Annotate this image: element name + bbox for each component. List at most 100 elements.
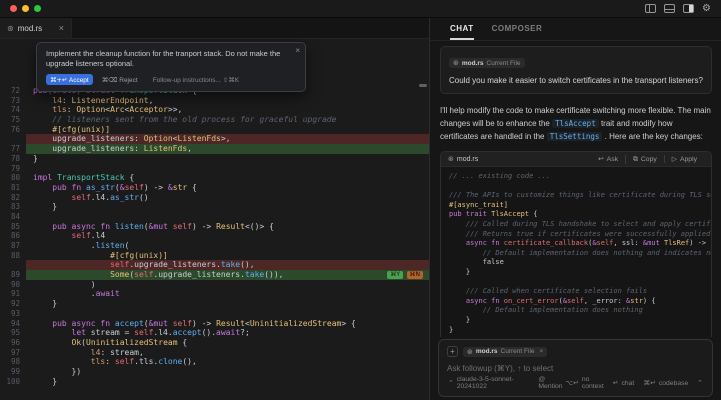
tab-mod-rs[interactable]: ⊛ mod.rs ×: [0, 18, 72, 38]
model-selector[interactable]: ⌃ claude-3-5-sonnet-20241022: [448, 376, 526, 390]
app-window: ⚙ ⊛ mod.rs × × Implement the cleanup fun…: [0, 0, 721, 400]
code-line: /// The APIs to customize things like ce…: [449, 191, 711, 201]
reject-change-badge[interactable]: ⌘N: [407, 271, 424, 279]
line-number: 82: [0, 193, 26, 203]
apply-button[interactable]: ▷Apply: [664, 155, 704, 163]
line-number: 78: [0, 154, 26, 164]
rust-file-icon: ⊛: [448, 155, 454, 163]
titlebar: ⚙: [0, 0, 721, 18]
shortcut-hint-no-context[interactable]: ⌥↵no context: [565, 376, 603, 390]
editor-scrollbar[interactable]: [419, 84, 427, 87]
user-message-text: Could you make it easier to switch certi…: [449, 75, 703, 86]
line-number: 85: [0, 222, 26, 232]
accept-button[interactable]: ⌘+↵ Accept: [46, 74, 93, 85]
mention-button[interactable]: @ Mention: [538, 376, 565, 390]
line-number: 77: [0, 144, 26, 154]
code-line: pub trait TlsAccept {: [449, 210, 711, 220]
line-number: 100: [0, 377, 26, 387]
chip-close-icon[interactable]: ×: [540, 348, 544, 355]
close-window-button[interactable]: [10, 5, 17, 12]
panel-left-icon[interactable]: [645, 4, 656, 13]
code-line: 91 .await: [0, 289, 429, 299]
followup-instructions-button[interactable]: Follow-up instructions... ⇧⌘K: [153, 76, 239, 84]
panel-bottom-icon[interactable]: [664, 4, 675, 13]
inline-code[interactable]: TlsSettings: [547, 132, 603, 141]
chip-file-name: mod.rs: [462, 60, 484, 67]
line-number: 86: [0, 231, 26, 241]
code-line: async fn certificate_callback(&self, ssl…: [449, 239, 711, 249]
copy-button[interactable]: ⧉Copy: [625, 155, 664, 164]
chat-input-box[interactable]: + ⊛ mod.rs Current File × Ask followup (…: [438, 339, 713, 397]
maximize-window-button[interactable]: [34, 5, 41, 12]
assistant-message-text: I'll help modify the code to make certif…: [440, 104, 712, 143]
code-line: /// Returns true if certificates were su…: [449, 230, 711, 240]
code-line: upgrade_listeners: Option<ListenFds>,: [0, 134, 429, 144]
line-number: [0, 134, 26, 144]
line-number: 95: [0, 328, 26, 338]
chat-content[interactable]: ⊛ mod.rs Current File Could you make it …: [440, 42, 712, 337]
code-line: }: [449, 326, 711, 336]
editor-body[interactable]: × Implement the cleanup function for the…: [0, 39, 429, 400]
code-block-body[interactable]: // ... existing code .../// The APIs to …: [441, 167, 711, 337]
code-line: async fn on_cert_error(&self, _error: &s…: [449, 297, 711, 307]
code-line: 79: [0, 164, 429, 174]
line-number: 90: [0, 280, 26, 290]
current-file-chip[interactable]: ⊛ mod.rs Current File: [449, 58, 525, 68]
minimize-window-button[interactable]: [22, 5, 29, 12]
rust-file-icon: ⊛: [453, 59, 459, 67]
shortcut-hint-chat[interactable]: ↵chat: [613, 379, 635, 387]
code-line: 88 #[cfg(unix)]: [0, 251, 429, 261]
code-line: 82 self.l4.as_str(): [0, 193, 429, 203]
apply-icon: ▷: [672, 155, 677, 163]
chip-tag: Current File: [501, 348, 535, 355]
code-line: 86 self.l4: [0, 231, 429, 241]
inline-code[interactable]: TlsAccept: [552, 119, 599, 128]
accept-change-badge[interactable]: ⌘Y: [387, 271, 403, 279]
line-number: 75: [0, 115, 26, 125]
chip-tag: Current File: [487, 60, 521, 67]
prompt-close-icon[interactable]: ×: [295, 46, 300, 55]
code-line: false: [449, 258, 711, 268]
add-context-button[interactable]: +: [447, 346, 458, 357]
code-line: 76 #[cfg(unix)]: [0, 125, 429, 135]
code-line: }: [449, 316, 711, 326]
reject-button[interactable]: ⌘⌫ Reject: [102, 76, 138, 84]
ask-button[interactable]: ↩Ask: [591, 155, 625, 163]
line-number: 94: [0, 319, 26, 329]
chevron-up-icon[interactable]: ⌃: [697, 379, 703, 387]
copy-icon: ⧉: [633, 155, 638, 164]
code-line: self.upgrade_listeners.take(),: [0, 260, 429, 270]
code-line: 85 pub async fn listen(&mut self) -> Res…: [0, 222, 429, 232]
code-line: /// Called during TLS handshake to selec…: [449, 220, 711, 230]
code-line: 99 }): [0, 367, 429, 377]
assistant-text-segment: . Here are the key changes:: [602, 132, 703, 141]
code-line: /// Called when certificate selection fa…: [449, 287, 711, 297]
line-number: 88: [0, 251, 26, 261]
chat-pane: CHAT COMPOSER ⊛ mod.rs Current File Could…: [430, 18, 721, 400]
code-line: 94 pub async fn accept(&mut self) -> Res…: [0, 319, 429, 329]
line-number: 96: [0, 338, 26, 348]
line-number: 91: [0, 289, 26, 299]
line-number: 87: [0, 241, 26, 251]
shortcut-hint-codebase[interactable]: ⌘↵codebase: [643, 379, 688, 387]
chat-tab-chat[interactable]: CHAT: [450, 24, 474, 40]
editor-code[interactable]: 72pub(crate) struct TransportStack {73 l…: [0, 86, 429, 386]
line-number: 84: [0, 212, 26, 222]
code-line: 100 }: [0, 377, 429, 387]
code-line: 75 // listeners sent from the old proces…: [0, 115, 429, 125]
code-line: // Default implementation does nothing: [449, 306, 711, 316]
tab-close-icon[interactable]: ×: [59, 23, 64, 33]
line-number: 93: [0, 309, 26, 319]
panel-right-icon[interactable]: [683, 4, 694, 13]
code-line: 95 let stream = self.l4.accept().await?;: [0, 328, 429, 338]
input-current-file-chip[interactable]: ⊛ mod.rs Current File ×: [463, 347, 547, 357]
code-line: [449, 278, 711, 288]
code-line: 84: [0, 212, 429, 222]
chat-tab-composer[interactable]: COMPOSER: [492, 24, 543, 40]
settings-gear-icon[interactable]: ⚙: [702, 4, 711, 14]
line-number: 76: [0, 125, 26, 135]
line-number: 74: [0, 105, 26, 115]
code-line: 93: [0, 309, 429, 319]
line-number: 97: [0, 348, 26, 358]
followup-input[interactable]: Ask followup (⌘Y), ↑ to select: [447, 364, 704, 373]
